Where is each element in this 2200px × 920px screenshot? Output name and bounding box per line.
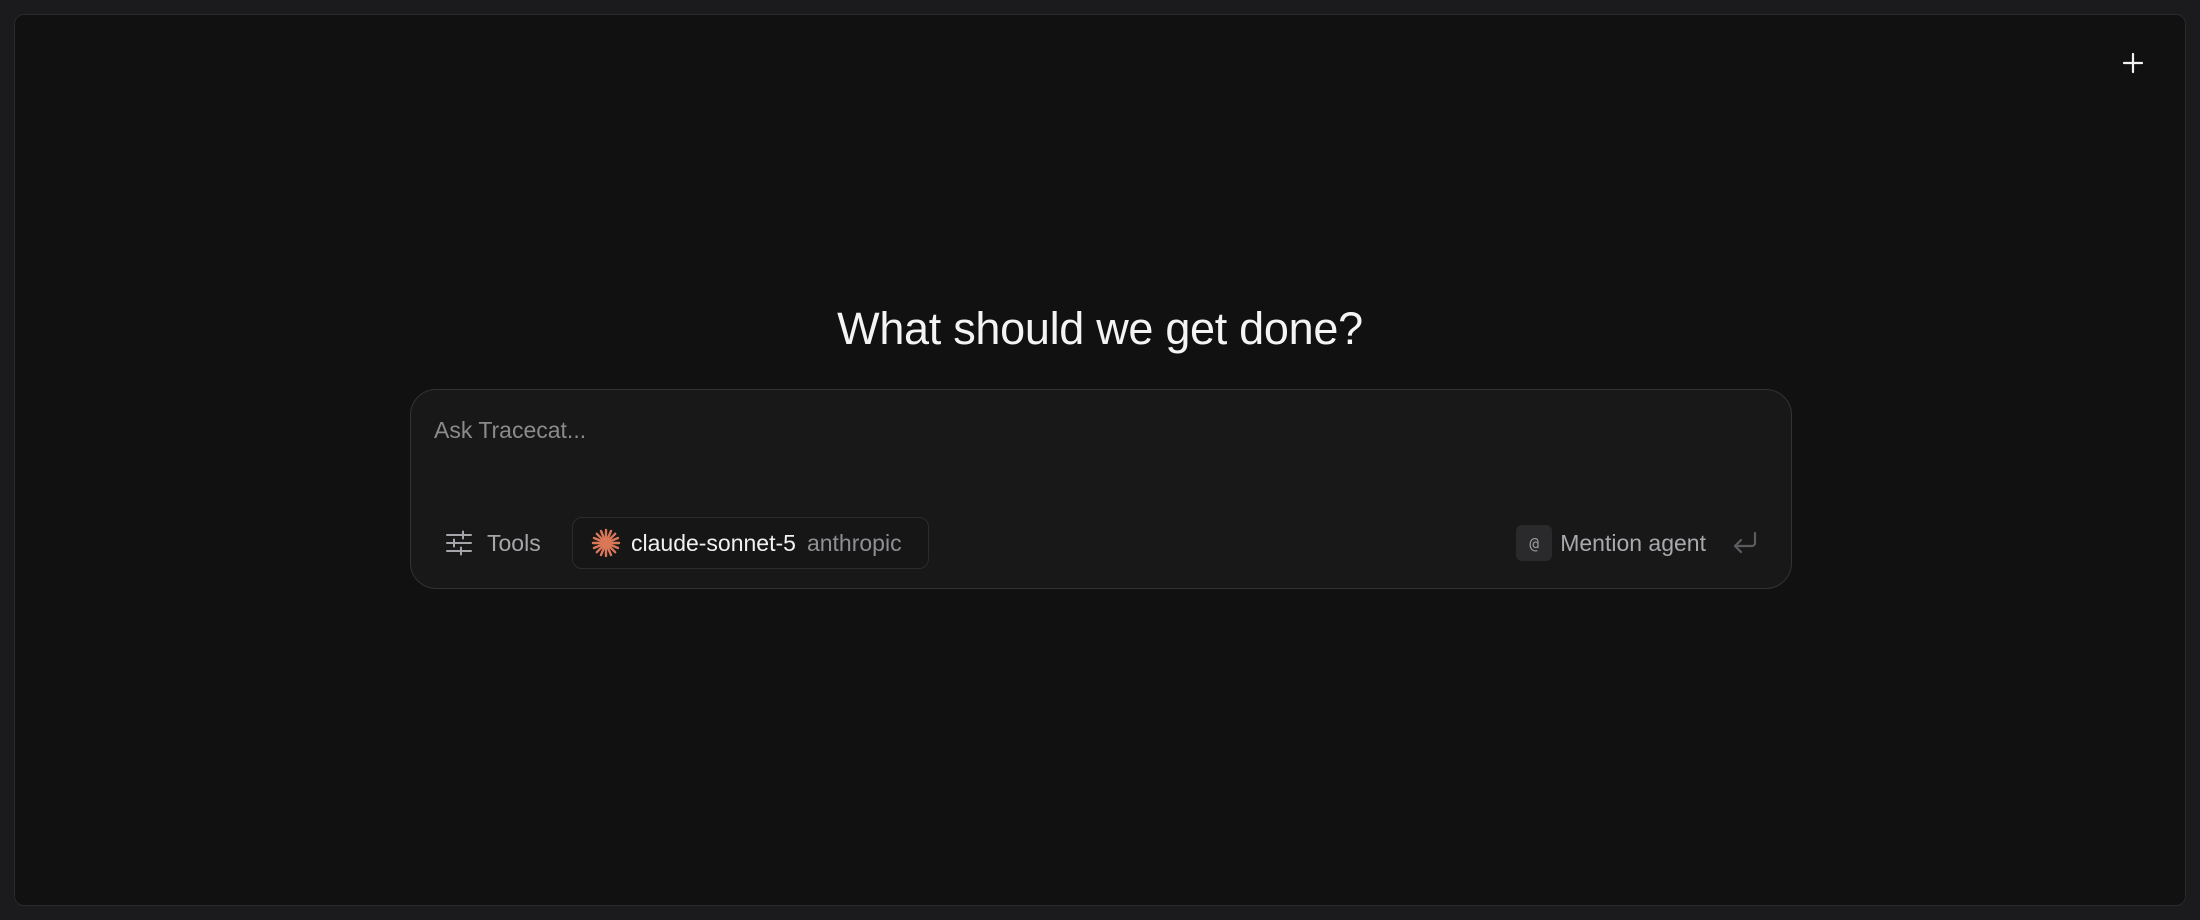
send-button[interactable]	[1729, 527, 1761, 559]
chat-composer: Tools claude-sonnet-5 ant	[410, 389, 1792, 589]
tools-button[interactable]: Tools	[445, 523, 541, 563]
page-title: What should we get done?	[837, 303, 1363, 354]
composer-toolbar: Tools claude-sonnet-5 anthropic @ Mentio…	[411, 517, 1791, 569]
new-chat-button[interactable]	[2115, 45, 2151, 81]
chat-input[interactable]	[432, 410, 1762, 450]
model-provider: anthropic	[806, 529, 902, 556]
at-icon: @	[1516, 525, 1553, 561]
sliders-icon	[446, 530, 472, 556]
mention-agent-button[interactable]: @ Mention agent	[1516, 524, 1706, 562]
model-selector[interactable]: claude-sonnet-5 anthropic	[572, 517, 929, 569]
enter-arrow-icon	[1733, 531, 1757, 554]
mention-agent-label: Mention agent	[1560, 529, 1706, 556]
tools-label: Tools	[487, 529, 541, 556]
anthropic-star-icon	[591, 528, 621, 558]
plus-icon	[2122, 52, 2144, 74]
chat-panel: What should we get done? Tools	[14, 14, 2186, 906]
model-name: claude-sonnet-5	[631, 529, 796, 556]
